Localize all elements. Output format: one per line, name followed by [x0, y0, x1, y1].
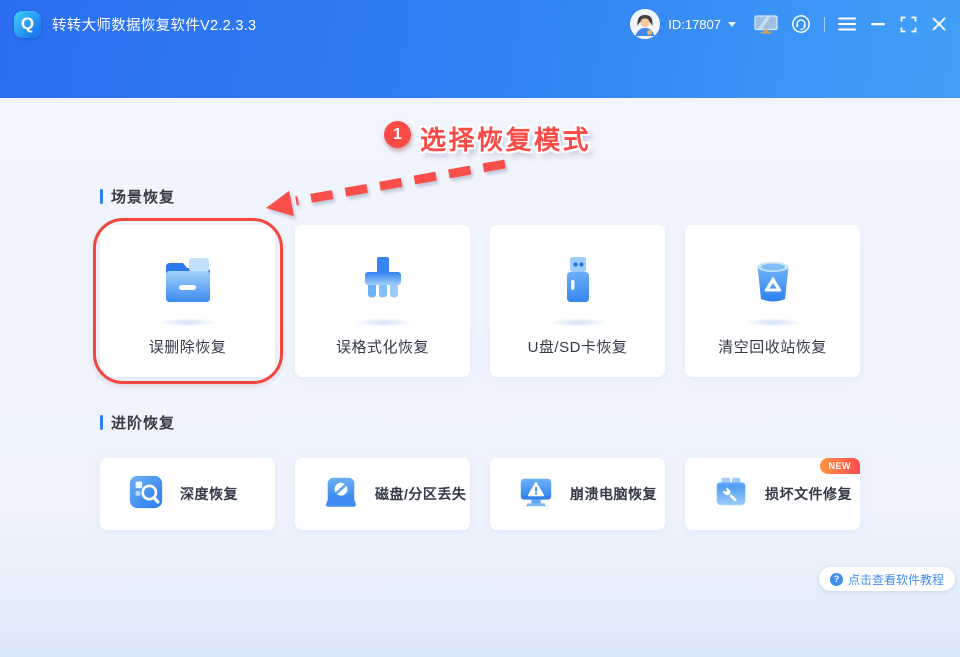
- help-tutorial-button[interactable]: ? 点击查看软件教程: [819, 567, 955, 591]
- card-corrupt-file-repair[interactable]: 损坏文件修复 NEW: [685, 458, 860, 530]
- folder-icon: [156, 251, 220, 316]
- new-badge: NEW: [820, 458, 861, 474]
- recycle-bin-icon: [741, 251, 805, 316]
- step-number-badge: 1: [384, 121, 411, 148]
- annotation-label: 选择恢复模式: [420, 120, 591, 157]
- minimize-button[interactable]: [871, 22, 885, 26]
- menu-icon[interactable]: [838, 17, 856, 31]
- card-disk-partition-loss[interactable]: 磁盘/分区丢失: [295, 458, 470, 530]
- app-logo-icon: Q: [14, 11, 41, 38]
- app-window: Q 转转大师数据恢复软件V2.2.3.3 ID:17807: [0, 0, 960, 657]
- app-title: 转转大师数据恢复软件V2.2.3.3: [52, 14, 256, 35]
- icon-shadow: [159, 318, 217, 327]
- icon-shadow: [549, 318, 607, 327]
- titlebar-divider: [824, 17, 825, 32]
- card-deleted-file-recovery[interactable]: 误删除恢复: [100, 225, 275, 377]
- section-accent-bar: [100, 189, 103, 204]
- icon-shadow: [744, 318, 802, 327]
- section-accent-bar: [100, 415, 103, 430]
- card-usb-sd-recovery[interactable]: U盘/SD卡恢复: [490, 225, 665, 377]
- card-recycle-bin-recovery[interactable]: 清空回收站恢复: [685, 225, 860, 377]
- chevron-down-icon[interactable]: [728, 22, 736, 27]
- section-title-scene-recovery: 场景恢复: [100, 186, 175, 207]
- usb-drive-icon: [546, 251, 610, 316]
- file-repair-icon: [712, 473, 750, 516]
- card-crashed-pc-recovery[interactable]: 崩溃电脑恢复: [490, 458, 665, 530]
- user-avatar[interactable]: [630, 9, 660, 39]
- titlebar: Q 转转大师数据恢复软件V2.2.3.3 ID:17807: [0, 0, 960, 48]
- maximize-button[interactable]: [900, 16, 917, 33]
- format-brush-icon: [351, 251, 415, 316]
- card-deep-recovery[interactable]: 深度恢复: [100, 458, 275, 530]
- close-button[interactable]: [932, 17, 946, 31]
- crashed-pc-icon: [517, 473, 555, 516]
- card-formatted-recovery[interactable]: 误格式化恢复: [295, 225, 470, 377]
- monitor-icon[interactable]: [754, 15, 778, 34]
- section-title-advanced-recovery: 进阶恢复: [100, 412, 175, 433]
- user-id-label[interactable]: ID:17807: [668, 17, 721, 32]
- support-headset-icon[interactable]: [791, 14, 811, 34]
- icon-shadow: [354, 318, 412, 327]
- disk-partition-icon: [322, 473, 360, 516]
- question-icon: ?: [830, 573, 843, 586]
- deep-scan-icon: [127, 473, 165, 516]
